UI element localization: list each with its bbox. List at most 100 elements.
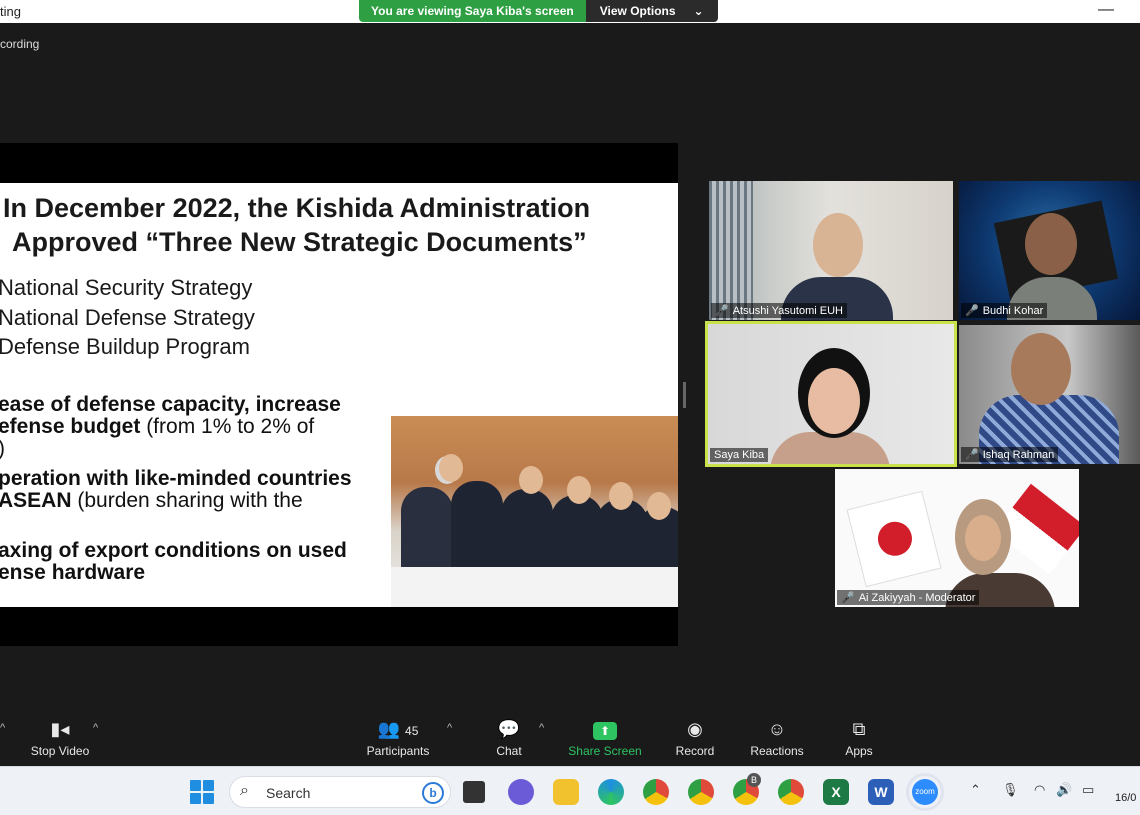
reactions-button[interactable]: ☺ Reactions	[748, 716, 806, 758]
record-button[interactable]: ◉ Record	[672, 716, 718, 758]
participants-options-caret[interactable]: ^	[447, 722, 452, 734]
view-options-button[interactable]: View Options ⌄	[585, 0, 718, 22]
microphone-icon[interactable]: 🎙	[1002, 782, 1019, 798]
task-view-icon[interactable]	[463, 781, 485, 803]
presentation-slide: In December 2022, the Kishida Administra…	[0, 183, 678, 607]
viewing-indicator: You are viewing Saya Kiba's screen	[359, 0, 586, 22]
slide-point-text: (burden sharing with the	[71, 489, 303, 512]
video-options-caret[interactable]: ^	[93, 722, 98, 734]
video-tile-label: 🎤 Budhi Kohar	[961, 303, 1048, 318]
photo-figure	[519, 466, 543, 494]
japan-flag	[846, 490, 942, 588]
stop-video-button[interactable]: ▮◂ Stop Video	[28, 716, 92, 758]
chat-button[interactable]: 💬 Chat	[490, 716, 528, 758]
participant-figure	[808, 368, 860, 434]
battery-icon[interactable]: ▭	[1082, 782, 1094, 798]
chrome-profile-icon[interactable]	[688, 779, 714, 805]
slide-document-item: National Defense Strategy	[0, 305, 255, 330]
participants-count: 45	[405, 724, 419, 738]
photo-figure	[647, 492, 671, 520]
profile-badge: B	[747, 773, 761, 787]
tray-overflow-icon[interactable]: ⌃	[970, 782, 981, 798]
zoom-icon[interactable]: zoom	[906, 773, 944, 811]
slide-photo	[391, 416, 678, 607]
zoom-meetings-icon[interactable]	[508, 779, 534, 805]
apps-button[interactable]: ⧉ Apps	[840, 716, 878, 758]
chrome-2-icon[interactable]	[778, 779, 804, 805]
slide-point-text: ease of defense capacity, increase	[0, 393, 341, 416]
audio-options-caret[interactable]: ^	[0, 722, 5, 734]
participant-name: Saya Kiba	[714, 449, 765, 461]
photo-figure	[451, 481, 503, 577]
chat-label: Chat	[496, 744, 522, 758]
share-screen-label: Share Screen	[568, 744, 642, 758]
chrome-profile-b-icon[interactable]: B	[733, 773, 761, 805]
taskbar-search[interactable]: ⌕ Search b	[229, 776, 451, 808]
slide-point-1: ease of defense capacity, increase efens…	[0, 394, 341, 460]
video-tile-label: 🎤 Ishaq Rahman	[961, 447, 1059, 462]
reactions-label: Reactions	[750, 744, 804, 758]
photo-figure	[501, 489, 553, 577]
photo-figure	[401, 487, 453, 577]
photo-figure	[567, 476, 591, 504]
participants-icon: 👥 45	[377, 719, 419, 739]
slide-point-text: axing of export conditions on used	[0, 539, 347, 562]
slide-point-2: peration with like-minded countries ASEA…	[0, 468, 352, 512]
screen-share-banner: You are viewing Saya Kiba's screen View …	[359, 0, 718, 22]
participant-figure	[1011, 333, 1071, 405]
muted-mic-icon: 🎤	[715, 305, 729, 317]
participant-figure	[1025, 213, 1077, 275]
slide-heading: In December 2022, the Kishida Administra…	[3, 191, 590, 259]
video-tile[interactable]: 🎤 Budhi Kohar	[959, 181, 1140, 320]
edge-icon[interactable]	[598, 779, 624, 805]
video-tile[interactable]: 🎤 Ai Zakiyyah - Moderator	[835, 469, 1079, 607]
slide-point-text: efense budget	[0, 415, 141, 438]
chat-options-caret[interactable]: ^	[539, 722, 544, 734]
slide-point-3: axing of export conditions on used ense …	[0, 540, 347, 584]
shared-screen: In December 2022, the Kishida Administra…	[0, 143, 678, 646]
video-tile[interactable]: 🎤 Ishaq Rahman	[959, 325, 1140, 464]
video-tile-label: 🎤 Atsushi Yasutomi EUH	[711, 303, 847, 318]
view-options-label: View Options	[599, 4, 676, 18]
minimize-button[interactable]: —	[1098, 1, 1114, 19]
taskbar-date[interactable]: 16/0	[1115, 792, 1136, 804]
reactions-icon: ☺	[767, 719, 787, 739]
resize-handle[interactable]	[683, 382, 686, 408]
stop-video-label: Stop Video	[30, 744, 90, 758]
window-blinds	[709, 181, 753, 320]
word-icon[interactable]: W	[868, 779, 894, 805]
slide-document-item: National Security Strategy	[0, 275, 253, 300]
participants-button[interactable]: 👥 45 Participants	[362, 716, 434, 758]
video-tile-active-speaker[interactable]: Saya Kiba	[705, 321, 957, 467]
participant-figure	[965, 515, 1001, 561]
search-icon: ⌕	[240, 782, 249, 799]
slide-point-text: )	[0, 437, 5, 460]
file-explorer-icon[interactable]	[553, 779, 579, 805]
video-camera-icon: ▮◂	[50, 719, 70, 739]
share-screen-button[interactable]: ⬆ Share Screen	[566, 716, 644, 758]
video-tile[interactable]: 🎤 Atsushi Yasutomi EUH	[709, 181, 953, 320]
participant-name: Atsushi Yasutomi EUH	[732, 304, 843, 317]
record-icon: ◉	[687, 719, 703, 739]
photo-figure	[439, 454, 463, 482]
wifi-icon[interactable]: ◠	[1034, 782, 1045, 798]
volume-icon[interactable]: 🔊	[1056, 782, 1072, 798]
slide-point-text: ASEAN	[0, 489, 72, 512]
apps-label: Apps	[845, 744, 873, 758]
slide-heading-line-2: Approved “Three New Strategic Documents”	[12, 227, 587, 257]
excel-icon[interactable]: X	[823, 779, 849, 805]
muted-mic-icon: 🎤	[965, 305, 979, 317]
participant-name: Ishaq Rahman	[982, 448, 1055, 461]
slide-document-item: Defense Buildup Program	[0, 334, 250, 359]
participant-name: Budhi Kohar	[982, 304, 1044, 317]
chevron-down-icon: ⌄	[693, 4, 704, 18]
record-label: Record	[675, 744, 715, 758]
windows-start-icon[interactable]	[190, 780, 214, 804]
bing-icon[interactable]: b	[422, 782, 444, 804]
flag-disc	[874, 518, 916, 560]
video-tile-label: 🎤 Ai Zakiyyah - Moderator	[837, 590, 980, 605]
video-tile-label: Saya Kiba	[710, 448, 769, 462]
slide-point-text: peration with like-minded countries	[0, 467, 352, 490]
chrome-icon[interactable]	[643, 779, 669, 805]
windows-taskbar: ⌕ Search b B X W zoom ⌃ 🎙 ◠ 🔊 ▭ 16/0	[0, 766, 1140, 815]
